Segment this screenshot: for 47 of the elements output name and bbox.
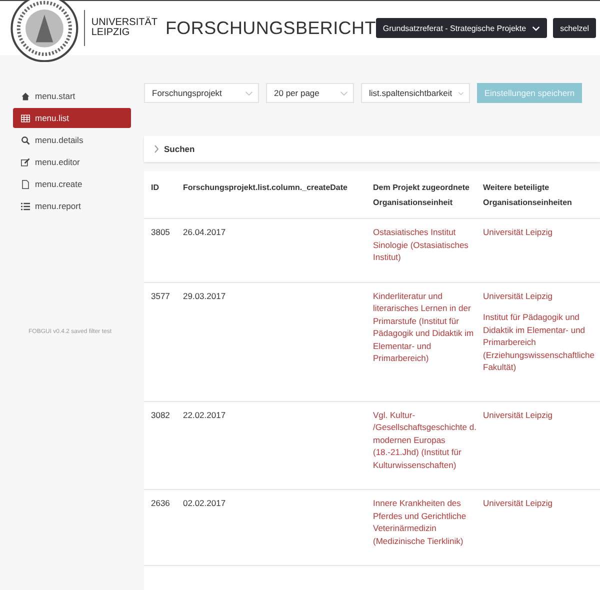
select-field[interactable]: list.spaltensichtbarkeit [361, 83, 470, 103]
sidebar-item[interactable]: menu.editor [13, 152, 131, 172]
sidebar-item[interactable]: menu.list [13, 108, 131, 128]
column-header: Dem Projekt zugeordnete Organisationseinheit [373, 182, 470, 209]
search-icon [21, 136, 30, 144]
file-icon [21, 180, 30, 188]
edit-icon [21, 158, 30, 166]
logo-text: UNIVERSITÄT [91, 18, 158, 28]
logo-text: LEIPZIG [91, 28, 131, 38]
unit-link[interactable]: Universität Leipzig [483, 226, 600, 238]
sidebar-item[interactable]: menu.report [13, 196, 131, 216]
select-field[interactable]: Forschungsprojekt [144, 83, 259, 103]
chevron-down-icon [340, 90, 348, 96]
unit-dropdown[interactable]: Grundsatzreferat - Strategische Projekte [376, 18, 548, 38]
column-header: ID [151, 182, 160, 194]
chevron-down-icon [458, 90, 464, 96]
unit-link[interactable]: Kinderliteratur und literarisches Lernen in der Primarstufe (Institut für Pädagogik und Didaktik im Elementar- und Primarbereich) [373, 290, 479, 364]
table-cell-text: 02.02.2017 [183, 497, 227, 510]
table-cell-text: 2636 [151, 497, 171, 510]
sidebar-item[interactable]: menu.details [13, 130, 131, 150]
sidebar-item[interactable]: menu.create [13, 174, 131, 194]
table-icon [21, 114, 30, 122]
unit-link[interactable]: Innere Krankheiten des Pferdes und Gerichtliche Veterinärmedizin (Medizinische Tierklinik) [373, 497, 479, 547]
table-cell-text: 3577 [151, 290, 171, 302]
table-cell-text: 26.04.2017 [183, 226, 227, 239]
table-cell-text: 3805 [151, 226, 171, 239]
chevron-down-icon [245, 90, 253, 96]
table-cell-text: 29.03.2017 [183, 290, 227, 302]
list-icon [21, 202, 30, 210]
column-header: Forschungsprojekt.list.column._createDate [183, 182, 348, 194]
unit-link[interactable]: Ostasiatisches Institut Sinologie (Ostasiatisches Institut) [373, 226, 479, 264]
column-header: Weitere beteiligte Organisationseinheiten [483, 182, 573, 209]
page-title: FORSCHUNGSBERICHT [165, 18, 376, 38]
table-cell-text: 22.02.2017 [183, 408, 227, 422]
table-cell-text: 3082 [151, 408, 171, 422]
unit-link[interactable]: Universität Leipzig [483, 408, 600, 421]
user-button[interactable]: schelzel [553, 18, 596, 38]
sidebar-item[interactable]: menu.start [13, 86, 131, 106]
chevron-down-icon [532, 26, 540, 30]
select-field[interactable]: 20 per page [266, 83, 354, 103]
unit-link[interactable]: Vgl. Kultur- /Gesellschaftsgeschichte d. modernen Europas (18.-21.Jhd) (Institut für Kulturwissenschaften) [373, 408, 479, 471]
unit-link[interactable]: Universität Leipzig [483, 290, 600, 302]
unit-link[interactable]: Universität Leipzig [483, 497, 600, 510]
unit-link[interactable]: Institut für Pädagogik und Didaktik im Elementar- und Primarbereich (Erziehungswissenschaftliche Fakultät) [483, 311, 600, 374]
chevron-right-icon [154, 145, 159, 153]
home-icon [21, 92, 30, 100]
search-panel[interactable]: Suchen [144, 136, 600, 162]
